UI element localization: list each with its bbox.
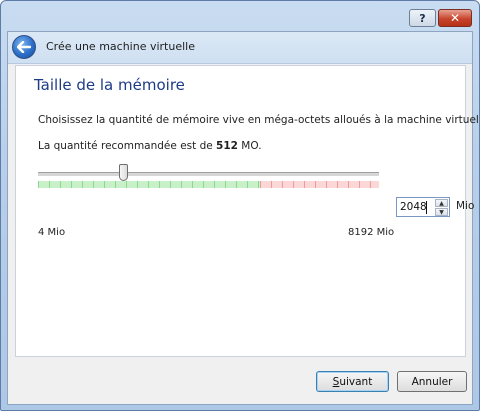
dialog-client-area: Crée une machine virtuelle Taille de la … bbox=[7, 31, 479, 405]
recommended-memory-text: La quantité recommandée est de 512 MO. bbox=[38, 140, 262, 152]
wizard-header: Crée une machine virtuelle bbox=[8, 32, 472, 64]
memory-unit-label: Mio bbox=[456, 200, 475, 212]
next-button[interactable]: Suivant bbox=[316, 371, 389, 392]
close-button[interactable]: ✕ bbox=[438, 9, 472, 27]
dialog-window: ? ✕ Crée une machine virtuelle Taille de… bbox=[0, 0, 480, 411]
slider-max-label: 8192 Mio bbox=[348, 227, 395, 238]
slider-min-label: 4 Mio bbox=[38, 227, 66, 238]
slider-track bbox=[38, 172, 379, 177]
back-arrow-icon bbox=[17, 41, 31, 53]
memory-size-spinbox[interactable]: 2048 ▲ ▼ bbox=[396, 197, 450, 217]
wizard-page: Taille de la mémoire Choisissez la quant… bbox=[15, 65, 479, 357]
next-button-label: uivant bbox=[339, 375, 373, 388]
help-button[interactable]: ? bbox=[409, 9, 436, 27]
cancel-button[interactable]: Annuler bbox=[397, 371, 467, 392]
wizard-title: Crée une machine virtuelle bbox=[46, 40, 195, 53]
title-bar: ? ✕ bbox=[1, 1, 479, 31]
recommended-prefix: La quantité recommandée est de bbox=[38, 140, 217, 152]
slider-warning-zone bbox=[260, 181, 379, 188]
next-button-mnemonic: S bbox=[332, 375, 340, 388]
memory-size-input[interactable]: 2048 bbox=[400, 201, 427, 213]
back-button[interactable] bbox=[12, 35, 36, 59]
slider-safe-zone bbox=[38, 181, 260, 188]
slider-thumb[interactable] bbox=[119, 164, 128, 181]
page-title: Taille de la mémoire bbox=[34, 76, 185, 94]
spin-down-button[interactable]: ▼ bbox=[435, 208, 448, 216]
recommended-value: 512 bbox=[216, 140, 238, 152]
spin-up-button[interactable]: ▲ bbox=[435, 199, 448, 207]
recommended-suffix: MO. bbox=[237, 140, 262, 152]
page-description: Choisissez la quantité de mémoire vive e… bbox=[38, 114, 480, 126]
text-caret bbox=[426, 201, 427, 214]
memory-slider[interactable] bbox=[38, 164, 379, 204]
